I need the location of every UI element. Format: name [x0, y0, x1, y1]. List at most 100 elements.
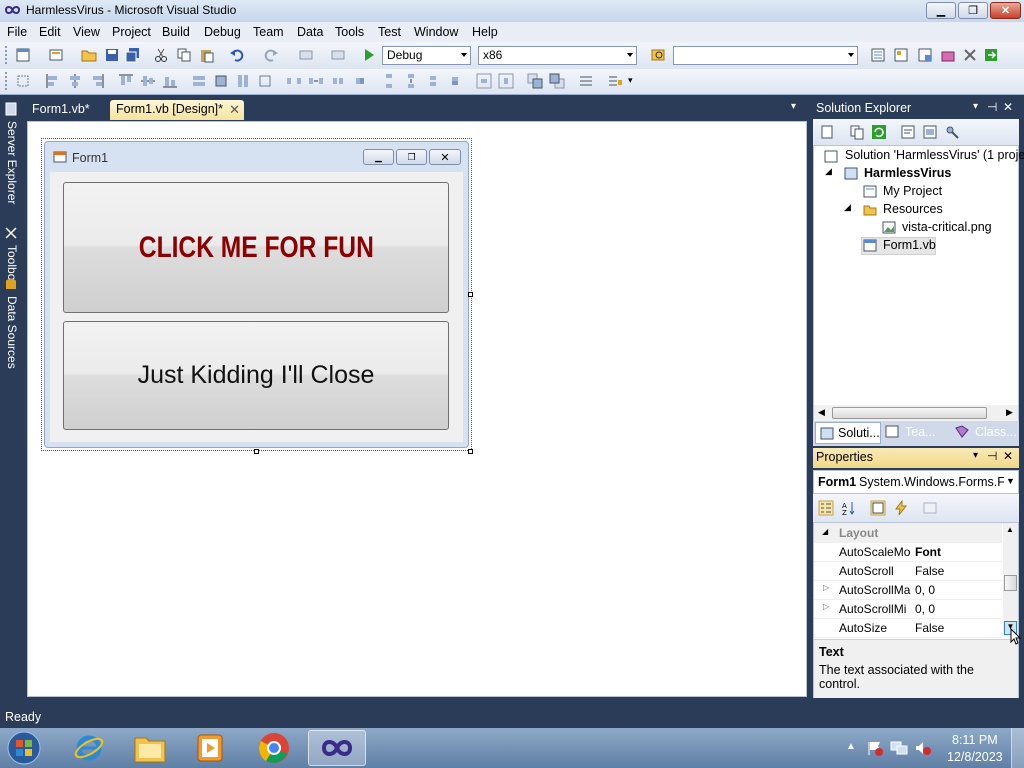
make-same-height-icon[interactable]	[235, 73, 251, 89]
object-browser-icon[interactable]	[917, 47, 933, 63]
center-vertically-icon[interactable]	[498, 73, 514, 89]
decrease-horizontal-spacing-icon[interactable]	[330, 73, 346, 89]
pin-icon[interactable]: ⊣	[987, 449, 997, 463]
collapse-icon[interactable]: ◢	[825, 166, 832, 177]
pin-icon[interactable]: ⊣	[987, 100, 997, 114]
increase-horizontal-spacing-icon[interactable]	[308, 73, 324, 89]
resize-handle-bottom[interactable]	[254, 449, 259, 454]
save-icon[interactable]	[104, 47, 120, 63]
menu-data[interactable]: Data	[297, 25, 323, 39]
tree-item-my-project[interactable]: My Project	[883, 184, 942, 198]
view-code-icon[interactable]	[900, 124, 916, 140]
navigate-backward-icon[interactable]	[298, 47, 314, 63]
toolbar-grip[interactable]	[5, 72, 10, 90]
close-panel-icon[interactable]: ✕	[1003, 100, 1013, 114]
clock-date[interactable]: 12/8/2023	[947, 750, 1003, 764]
add-item-icon[interactable]	[48, 47, 64, 63]
taskbar-media-player[interactable]	[181, 730, 239, 766]
property-row[interactable]: AutoSize False	[814, 618, 1002, 638]
tools-icon[interactable]	[962, 47, 978, 63]
tab-solution[interactable]: Soluti...	[815, 422, 881, 444]
categorized-icon[interactable]	[818, 500, 834, 516]
increase-vertical-spacing-icon[interactable]	[403, 73, 419, 89]
taskbar-internet-explorer[interactable]	[60, 730, 118, 766]
toolbox-icon[interactable]	[940, 47, 956, 63]
property-value[interactable]: False	[915, 564, 944, 578]
expand-icon[interactable]: ▷	[823, 583, 829, 592]
scroll-up-icon[interactable]: ▲	[1006, 525, 1014, 534]
bring-to-front-icon[interactable]	[527, 73, 543, 89]
menu-file[interactable]: File	[7, 25, 27, 39]
decrease-vertical-spacing-icon[interactable]	[425, 73, 441, 89]
cut-icon[interactable]	[153, 47, 169, 63]
align-rights-icon[interactable]	[89, 73, 105, 89]
find-in-files-icon[interactable]	[650, 47, 666, 63]
menu-project[interactable]: Project	[112, 25, 151, 39]
events-icon[interactable]	[893, 500, 909, 516]
scroll-right-icon[interactable]: ▶	[1006, 407, 1013, 418]
align-to-grid-icon[interactable]	[15, 73, 31, 89]
start-page-icon[interactable]	[983, 47, 999, 63]
tree-item-resources[interactable]: Resources	[883, 202, 943, 216]
solution-explorer-icon[interactable]	[870, 47, 886, 63]
property-value[interactable]: 0, 0	[915, 583, 935, 597]
maximize-button[interactable]: ❐	[958, 2, 988, 19]
just-kidding-button[interactable]: Just Kidding I'll Close	[63, 321, 449, 430]
tree-item-solution[interactable]: Solution 'HarmlessVirus' (1 proje	[845, 148, 1024, 162]
paste-icon[interactable]	[199, 47, 215, 63]
close-tab-icon[interactable]: ✕	[229, 102, 240, 118]
menu-help[interactable]: Help	[472, 25, 498, 39]
horizontal-scrollbar[interactable]: ◀ ▶	[814, 405, 1018, 421]
menu-edit[interactable]: Edit	[39, 25, 61, 39]
navigate-forward-icon[interactable]	[330, 47, 346, 63]
property-category[interactable]: ◢ Layout	[814, 523, 1002, 543]
properties-view-icon[interactable]	[870, 500, 886, 516]
form-close-button[interactable]: ✕	[429, 149, 461, 165]
remove-horizontal-spacing-icon[interactable]	[352, 73, 368, 89]
view-designer-icon[interactable]	[922, 124, 938, 140]
resize-handle-corner[interactable]	[468, 449, 473, 454]
align-bottoms-icon[interactable]	[162, 73, 178, 89]
make-same-size-icon[interactable]	[257, 73, 273, 89]
collapse-icon[interactable]: ◢	[844, 202, 851, 213]
scroll-left-icon[interactable]: ◀	[818, 407, 825, 418]
volume-muted-icon[interactable]	[914, 740, 932, 756]
tab-team-explorer[interactable]: Tea...	[885, 425, 936, 439]
tree-item-image-file[interactable]: vista-critical.png	[902, 220, 992, 234]
horizontal-spacing-icon[interactable]	[286, 73, 302, 89]
tree-item-form1[interactable]: Form1.vb	[883, 238, 936, 252]
toolbar-overflow-icon[interactable]: ▾	[628, 75, 633, 86]
tab-form1-design[interactable]: Form1.vb [Design]* ✕	[110, 100, 244, 120]
click-me-button[interactable]: CLICK ME FOR FUN	[63, 182, 449, 313]
property-value[interactable]: False	[915, 621, 944, 635]
lock-controls-icon[interactable]	[607, 73, 623, 89]
menu-debug[interactable]: Debug	[204, 25, 241, 39]
tab-order-icon[interactable]	[578, 73, 594, 89]
vertical-spacing-icon[interactable]	[381, 73, 397, 89]
center-horizontally-icon[interactable]	[476, 73, 492, 89]
close-panel-icon[interactable]: ✕	[1003, 449, 1013, 463]
align-middles-icon[interactable]	[140, 73, 156, 89]
align-centers-icon[interactable]	[67, 73, 83, 89]
solution-platform-dropdown[interactable]: x86	[478, 46, 637, 65]
action-center-icon[interactable]	[866, 740, 884, 756]
new-project-icon[interactable]	[15, 47, 31, 63]
data-sources-tab[interactable]: Data Sources	[3, 296, 19, 369]
form-minimize-button[interactable]: ▁	[363, 149, 394, 165]
window-position-icon[interactable]: ▾	[973, 450, 978, 461]
form-maximize-button[interactable]: ❐	[396, 149, 427, 165]
open-file-icon[interactable]	[81, 47, 97, 63]
view-class-diagram-icon[interactable]	[944, 124, 960, 140]
scrollbar-thumb[interactable]	[1004, 575, 1017, 591]
start-debugging-icon[interactable]	[361, 47, 377, 63]
network-icon[interactable]	[890, 740, 908, 756]
properties-object-selector[interactable]: Form1 System.Windows.Forms.Fo ▼	[813, 470, 1019, 494]
menu-tools[interactable]: Tools	[335, 25, 364, 39]
show-hidden-icons-icon[interactable]: ▲	[846, 741, 856, 752]
send-to-back-icon[interactable]	[549, 73, 565, 89]
taskbar-chrome[interactable]	[245, 730, 303, 766]
property-row[interactable]: AutoScaleMo Font	[814, 542, 1002, 562]
align-lefts-icon[interactable]	[45, 73, 61, 89]
menu-test[interactable]: Test	[378, 25, 401, 39]
properties-window-icon[interactable]	[893, 47, 909, 63]
